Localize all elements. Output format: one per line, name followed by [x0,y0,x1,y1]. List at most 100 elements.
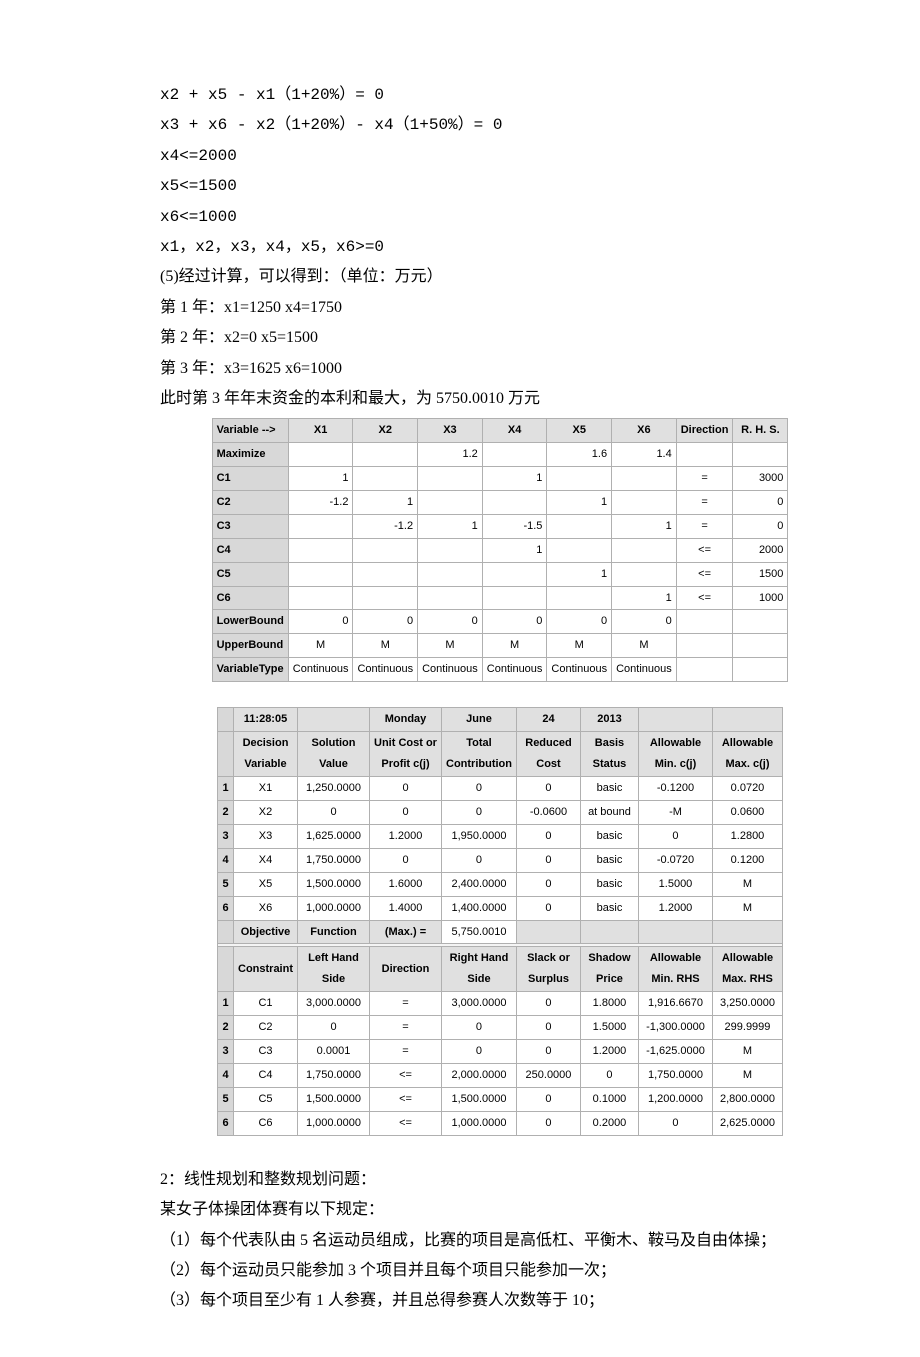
cell: 1,500.0000 [298,872,370,896]
cell: 0 [442,1016,517,1040]
cell [418,467,483,491]
cell: 0 [442,777,517,801]
cell [353,443,418,467]
section-title: 2：线性规划和整数规划问题： [160,1165,840,1195]
row-num: 4 [218,1063,234,1087]
model-table: Variable --> X1 X2 X3 X4 X5 X6 Direction… [212,418,789,682]
equation: x5<=1500 [160,171,840,201]
cell: 1,200.0000 [638,1087,712,1111]
time-cell: Monday [370,708,442,732]
cell [612,490,677,514]
cell: basic [580,896,638,920]
cell: 1,750.0000 [298,1063,370,1087]
cell: C1 [234,992,298,1016]
cell: 0 [547,610,612,634]
row-num: 5 [218,1087,234,1111]
cell: = [370,1039,442,1063]
cell: 1 [288,467,353,491]
time-cell [638,708,712,732]
cell: 0 [516,1111,580,1135]
cell [733,658,788,682]
objective-label: Function [298,920,370,944]
col-header: Allowable Min. RHS [638,947,712,992]
cell: 2,000.0000 [442,1063,517,1087]
cell [288,538,353,562]
objective-value: 5,750.0010 [442,920,517,944]
col-header: X1 [288,419,353,443]
rule-item: （1）每个代表队由 5 名运动员组成，比赛的项目是高低杠、平衡木、鞍马及自由体操… [160,1226,840,1256]
col-header: X3 [418,419,483,443]
cell: C4 [234,1063,298,1087]
cell: 1 [353,490,418,514]
cell: 0 [516,824,580,848]
cell [580,920,638,944]
cell: 0.1000 [580,1087,638,1111]
row-num: 3 [218,1039,234,1063]
cell: 3000 [733,467,788,491]
row-num: 6 [218,1111,234,1135]
cell [733,634,788,658]
cell: = [676,490,733,514]
cell: -1.5 [482,514,547,538]
time-cell [298,708,370,732]
cell: 0 [288,610,353,634]
cell: basic [580,777,638,801]
col-header: Slack or Surplus [516,947,580,992]
cell: M [712,1039,782,1063]
cell: 1 [482,538,547,562]
cell: 3,000.0000 [298,992,370,1016]
row-label: C6 [212,586,288,610]
cell: <= [370,1063,442,1087]
time-cell: 24 [516,708,580,732]
cell: 2,800.0000 [712,1087,782,1111]
cell: 1,400.0000 [442,896,517,920]
cell: = [676,514,733,538]
row-label: C2 [212,490,288,514]
cell: basic [580,872,638,896]
cell: M [612,634,677,658]
cell: X5 [234,872,298,896]
cell: M [712,1063,782,1087]
cell: basic [580,824,638,848]
cell: Continuous [547,658,612,682]
cell [612,467,677,491]
col-header: Shadow Price [580,947,638,992]
conclusion: 此时第 3 年年末资金的本利和最大，为 5750.0010 万元 [160,384,840,414]
cell: M [418,634,483,658]
cell: M [482,634,547,658]
cell: 0 [298,1016,370,1040]
objective-label: Objective [234,920,298,944]
equation: x2 + x5 - x1（1+20%）= 0 [160,80,840,110]
cell: 0.2000 [580,1111,638,1135]
row-spacer [218,708,234,732]
row-label: C3 [212,514,288,538]
time-cell: 2013 [580,708,638,732]
col-header: Solution Value [298,732,370,777]
cell [418,586,483,610]
cell: 1 [612,586,677,610]
equation: x3 + x6 - x2（1+20%）- x4（1+50%）= 0 [160,110,840,140]
cell: 1.5000 [638,872,712,896]
cell: 2,625.0000 [712,1111,782,1135]
cell: 1 [547,490,612,514]
cell: 0 [353,610,418,634]
cell: 1,916.6670 [638,992,712,1016]
cell [676,658,733,682]
rule-item: （2）每个运动员只能参加 3 个项目并且每个项目只能参加一次； [160,1256,840,1286]
cell [612,562,677,586]
cell: 0 [370,777,442,801]
cell: 0 [442,848,517,872]
col-header: Unit Cost or Profit c(j) [370,732,442,777]
cell [288,514,353,538]
cell: basic [580,848,638,872]
cell [418,490,483,514]
cell: X2 [234,801,298,825]
col-header: X5 [547,419,612,443]
time-cell [712,708,782,732]
section-sub: 某女子体操团体赛有以下规定： [160,1195,840,1225]
cell: M [353,634,418,658]
cell: 0.0600 [712,801,782,825]
cell: 1 [482,467,547,491]
cell: 1 [547,562,612,586]
row-num: 1 [218,992,234,1016]
